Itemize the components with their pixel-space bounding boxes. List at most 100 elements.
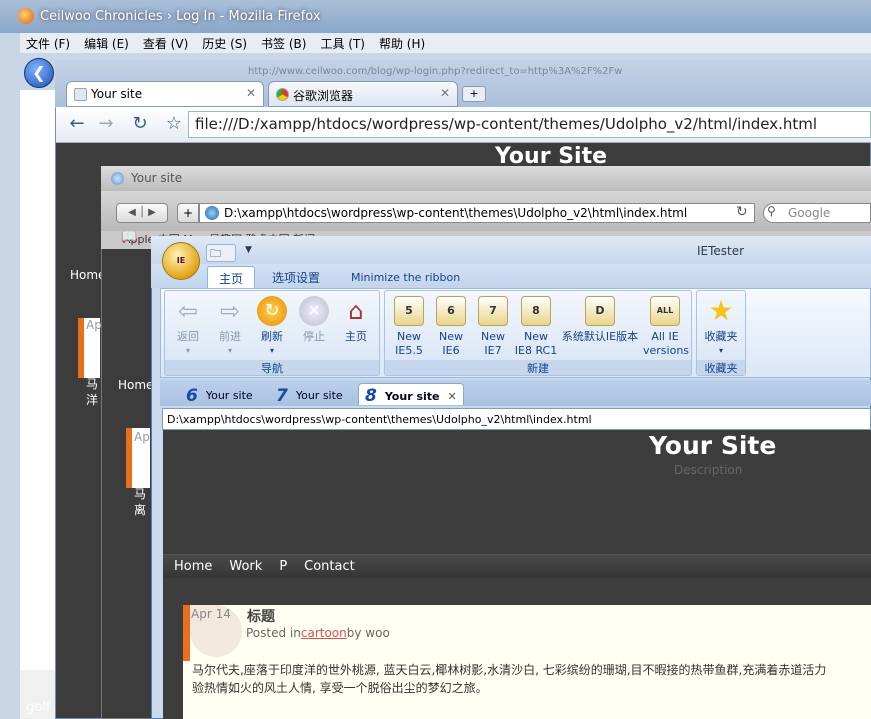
ietester-tabstrip — [160, 380, 871, 406]
menu-help[interactable]: 帮助 (H) — [379, 35, 425, 52]
post-title[interactable]: 标题 — [247, 606, 275, 626]
menu-tools[interactable]: 工具 (T) — [320, 35, 365, 52]
post-body: 马尔代夫,座落于印度洋的世外桃源, 蓝天白云,椰林树影,水清沙白, 七彩缤纷的珊… — [192, 661, 871, 697]
group-label-nav: 导航 — [165, 360, 379, 375]
forward-button[interactable]: ⇨ 前进 ▾ — [208, 296, 252, 358]
close-icon[interactable]: ✕ — [447, 390, 456, 403]
forward-arrow-icon[interactable]: → — [93, 112, 119, 138]
ietester-address-bar[interactable]: D:\xampp\htdocs\wordpress\wp-content\the… — [162, 408, 871, 430]
star-icon[interactable]: ☆ — [161, 112, 187, 138]
all-ie-icon: ALL — [650, 296, 680, 326]
qat-dropdown-icon[interactable]: ▼ — [245, 245, 252, 255]
safari-titlebar[interactable] — [101, 166, 871, 191]
group-label-new: 新建 — [385, 360, 691, 375]
chrome-tab-label: Your site — [91, 87, 143, 101]
close-icon[interactable]: ✕ — [440, 86, 450, 100]
back-arrow-icon[interactable]: ← — [64, 112, 90, 138]
stop-button[interactable]: ✕ 停止 — [292, 296, 336, 344]
safari-page-post-text: 马 离 — [134, 487, 147, 517]
ietester-logo[interactable]: IE TESTER — [162, 242, 200, 301]
tab-ie6-your-site[interactable]: 6 Your site — [186, 383, 253, 406]
refresh-icon: ↻ — [257, 296, 287, 326]
chrome-icon — [276, 88, 289, 101]
nav-home[interactable]: Home — [174, 559, 212, 574]
safari-search-field[interactable]: Google — [763, 203, 871, 223]
menu-file[interactable]: 文件 (F) — [26, 35, 70, 52]
safari-page-post-date: Ap — [134, 430, 150, 444]
default-ie-icon: D — [585, 296, 615, 326]
chrome-address-bar[interactable]: file:///D:/xampp/htdocs/wordpress/wp-con… — [188, 111, 871, 138]
forward-label: 前进 — [219, 330, 241, 343]
back-button[interactable]: ⇦ 返回 ▾ — [166, 296, 210, 358]
favorites-button[interactable]: ★ 收藏夹 ▾ — [699, 296, 743, 358]
category-link[interactable]: cartoon — [301, 626, 347, 640]
tab-ie8-your-site[interactable]: 8 Your site ✕ — [358, 383, 464, 406]
book-icon[interactable]: 📖 — [121, 230, 137, 245]
reload-icon[interactable]: ↻ — [127, 112, 153, 138]
nav-work[interactable]: Work — [229, 559, 262, 574]
menu-history[interactable]: 历史 (S) — [202, 35, 247, 52]
menu-edit[interactable]: 编辑 (E) — [84, 35, 129, 52]
firefox-content-area — [20, 90, 56, 719]
quick-access-toolbar[interactable]: 🗀 — [206, 244, 236, 262]
ietester-titlebar[interactable] — [151, 236, 871, 264]
back-arrow-icon: ⇦ — [177, 297, 199, 325]
desktop-label: golf — [26, 700, 51, 715]
stop-icon: ✕ — [299, 296, 329, 326]
new-ie55-button[interactable]: 5 New IE5.5 — [387, 296, 431, 358]
ie-tab-label: Your site — [384, 389, 440, 403]
page-icon — [74, 88, 87, 101]
ribbon-tabs — [151, 264, 871, 288]
new-ie8-button[interactable]: 8 New IE8 RC1 — [514, 296, 558, 358]
add-bookmark-button[interactable]: + — [177, 203, 199, 223]
new-ie6-button[interactable]: 6 New IE6 — [429, 296, 473, 358]
refresh-button[interactable]: ↻ 刷新 ▾ — [250, 296, 294, 358]
minimize-ribbon-button[interactable]: Minimize the ribbon — [351, 266, 460, 288]
ie-tab-label: Your site — [205, 389, 253, 402]
favorites-label: 收藏夹 — [704, 330, 738, 343]
safari-compass-icon — [111, 172, 124, 185]
new-ie55-label: New IE5.5 — [395, 330, 423, 357]
ie8-tab-icon: 8 — [365, 386, 377, 406]
firefox-logo-icon — [18, 8, 34, 24]
folder-icon[interactable]: 🗀 — [207, 247, 221, 260]
default-ie-label: 系统默认IE版本 — [561, 330, 639, 343]
menu-bookmarks[interactable]: 书签 (B) — [261, 35, 306, 52]
new-ie7-label: New IE7 — [481, 330, 505, 357]
tab-home[interactable]: 主页 — [207, 266, 255, 288]
home-button[interactable]: ⌂ 主页 — [334, 296, 378, 344]
group-label-favorites: 收藏夹 — [697, 360, 745, 375]
refresh-label: 刷新 — [261, 330, 283, 343]
post-meta: Posted incartoonby woo — [246, 626, 390, 640]
close-icon[interactable]: ✕ — [246, 86, 256, 100]
nav-contact[interactable]: Contact — [304, 559, 355, 574]
chrome-tab-your-site[interactable]: Your site ✕ — [66, 81, 264, 107]
home-icon: ⌂ — [348, 297, 364, 325]
post-body-line: 马尔代夫,座落于印度洋的世外桃源, 蓝天白云,椰林树影,水清沙白, 七彩缤纷的珊… — [192, 663, 827, 677]
ie6-icon: 6 — [436, 296, 466, 326]
site-band — [163, 578, 871, 605]
tab-ie7-your-site[interactable]: 7 Your site — [276, 383, 343, 406]
firefox-window-title: Ceilwoo Chronicles › Log In - Mozilla Fi… — [40, 9, 321, 24]
ietester-window-title: IETester — [697, 244, 745, 258]
reload-icon[interactable]: ↻ — [736, 204, 748, 220]
post-meta-suffix: by woo — [346, 626, 390, 640]
all-ie-button[interactable]: ALL All IE versions — [643, 296, 689, 358]
firefox-back-button[interactable]: ❮ — [24, 58, 54, 88]
nav-p[interactable]: P — [279, 559, 287, 574]
default-ie-button[interactable]: D 系统默认IE版本 — [558, 296, 642, 344]
new-ie7-button[interactable]: 7 New IE7 — [471, 296, 515, 358]
safari-page-nav-home[interactable]: Home — [118, 378, 153, 392]
tab-options[interactable]: 选项设置 — [272, 266, 320, 288]
new-tab-button[interactable]: + — [462, 86, 486, 102]
chrome-tab-google-browser[interactable]: 谷歌浏览器 ✕ — [268, 81, 458, 107]
site-title[interactable]: Your Site — [649, 431, 776, 460]
menu-view[interactable]: 查看 (V) — [143, 35, 188, 52]
ie8-icon: 8 — [521, 296, 551, 326]
firefox-menubar: 文件 (F) 编辑 (E) 查看 (V) 历史 (S) 书签 (B) 工具 (T… — [20, 33, 871, 53]
safari-address-bar[interactable]: D:\xampp\htdocs\wordpress\wp-content\the… — [199, 203, 755, 223]
star-icon: ★ — [708, 294, 734, 327]
chrome-page-post-text: 马 洋 — [86, 377, 99, 407]
new-ie6-label: New IE6 — [439, 330, 463, 357]
back-forward-buttons[interactable]: ◀ │ ▶ — [116, 203, 168, 223]
